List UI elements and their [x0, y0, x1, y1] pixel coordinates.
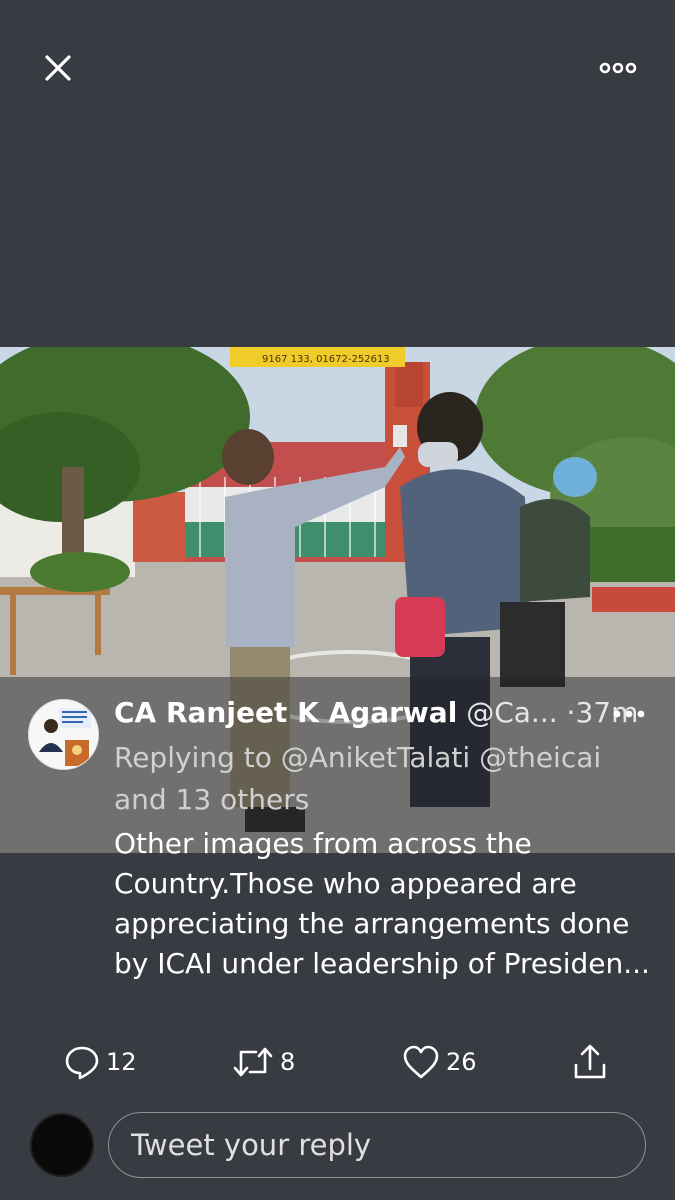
- share-button[interactable]: [572, 1040, 608, 1084]
- heart-icon: [403, 1045, 439, 1079]
- more-horizontal-icon: [599, 62, 637, 74]
- banner-text: 9167 133, 01672-252613: [262, 354, 390, 365]
- like-button[interactable]: 26: [402, 1040, 477, 1084]
- tweet-header: CA Ranjeet K Agarwal @Ca... ·37m: [114, 693, 638, 733]
- more-horizontal-icon: [613, 710, 645, 718]
- share-icon: [574, 1044, 606, 1079]
- like-count: 26: [446, 1048, 477, 1076]
- reply-icon: [65, 1046, 99, 1080]
- tweet-more-button[interactable]: [612, 706, 646, 720]
- reply-mentions[interactable]: @AniketTalati @theicai: [281, 741, 601, 774]
- retweet-icon: [233, 1047, 273, 1077]
- retweet-count: 8: [280, 1048, 296, 1076]
- user-avatar[interactable]: [30, 1113, 94, 1177]
- author-name[interactable]: CA Ranjeet K Agarwal: [114, 696, 457, 729]
- close-button[interactable]: [40, 50, 76, 86]
- avatar-image: [29, 700, 98, 769]
- retweet-button[interactable]: 8: [232, 1040, 295, 1084]
- tweet-reply-input[interactable]: [108, 1112, 646, 1178]
- replying-to: Replying to @AniketTalati @theicai and 1…: [114, 737, 654, 821]
- author-handle[interactable]: @Ca...: [466, 696, 557, 729]
- reply-count: 12: [106, 1048, 137, 1076]
- tweet-text: Other images from across the Country.Tho…: [114, 827, 650, 980]
- reply-button[interactable]: 12: [64, 1040, 137, 1084]
- reply-prefix: Replying to: [114, 741, 272, 774]
- close-icon: [45, 55, 71, 81]
- more-options-button[interactable]: [598, 56, 638, 80]
- author-avatar[interactable]: [28, 699, 99, 770]
- reply-others[interactable]: and 13 others: [114, 783, 309, 816]
